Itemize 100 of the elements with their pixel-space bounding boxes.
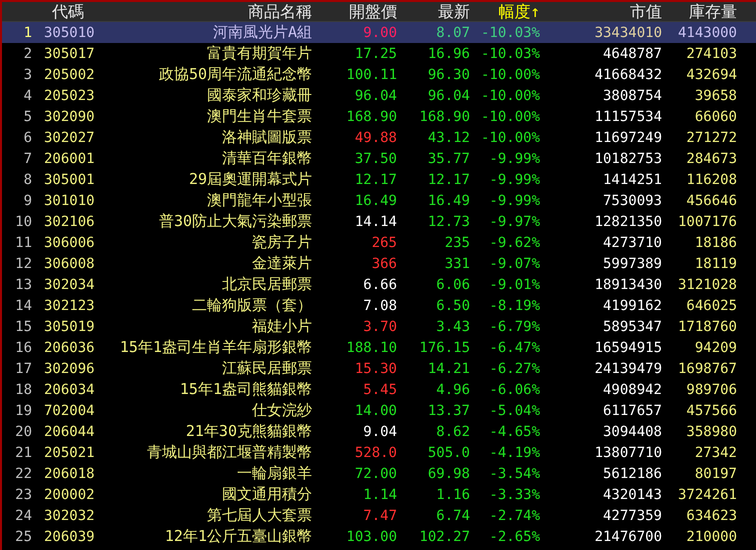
table-cell-text: 4.96 <box>435 382 470 398</box>
table-cell-text: 457566 <box>685 402 737 418</box>
table-cell-text: 11157534 <box>594 108 662 124</box>
table-cell-text: -3.33% <box>488 486 540 502</box>
table-cell-text: 24139479 <box>594 360 662 376</box>
table-cell-text: -3.54% <box>488 466 540 482</box>
table-cell-text: 302027 <box>43 130 96 146</box>
table-cell-text: -10.00% <box>480 88 540 104</box>
table-cell-text: 金達萊片 <box>251 254 312 273</box>
row-number: 1 <box>22 24 33 40</box>
table-cell-text: 普30防止大氣污染郵票 <box>158 212 312 231</box>
row-number: 9 <box>22 192 33 208</box>
table-cell-text: -9.07% <box>488 256 540 272</box>
table-cell-text: 河南風光片A組 <box>212 23 312 42</box>
table-cell-text: 5997389 <box>602 256 662 272</box>
row-number: 5 <box>22 108 33 124</box>
table-cell-text: -6.79% <box>488 318 540 334</box>
table-cell-text: 13.37 <box>426 402 470 418</box>
table-cell-text: 176.15 <box>418 340 470 356</box>
table-cell-text: -6.06% <box>488 382 540 398</box>
table-cell-text: 15年1盎司熊貓銀幣 <box>178 380 312 399</box>
table-cell-text: 16594915 <box>594 340 662 356</box>
table-cell-text: 清華百年銀幣 <box>221 149 312 168</box>
column-header[interactable]: 市值 <box>540 2 662 23</box>
table-cell-text: 13807710 <box>594 444 662 460</box>
table-cell-text: 206039 <box>43 528 96 544</box>
table-cell-text: 302090 <box>43 108 96 124</box>
table-cell-text: 15年1盎司生肖羊年扇形銀幣 <box>118 338 312 357</box>
table-cell-text: 69.98 <box>426 466 470 482</box>
table-cell-text: 4320143 <box>602 486 662 502</box>
column-header[interactable]: 開盤價 <box>312 2 397 23</box>
table-cell-text: 302123 <box>43 298 96 314</box>
table-cell-text: 21476700 <box>594 528 662 544</box>
table-cell-text: 富貴有期賀年片 <box>206 44 312 63</box>
table-cell-text: 7.47 <box>362 508 397 524</box>
table-cell-text: 235 <box>444 234 470 250</box>
column-header[interactable]: 幅度↑ <box>470 2 540 23</box>
table-cell-text: 北京民居郵票 <box>221 275 312 294</box>
table-cell-text: -9.62% <box>488 234 540 250</box>
column-header[interactable]: 商品名稱 <box>100 2 312 23</box>
row-number: 24 <box>14 508 33 524</box>
table-cell-text: 35.77 <box>426 150 470 166</box>
column-header[interactable]: 最新 <box>397 2 470 23</box>
table-cell-text: 12821350 <box>594 214 662 230</box>
table-cell-text: 306006 <box>43 234 96 250</box>
table-cell-text: 21年30克熊貓銀幣 <box>184 422 312 441</box>
table-cell-text: 6.66 <box>362 276 397 292</box>
row-number: 18 <box>14 382 33 398</box>
table-cell-text: -10.03% <box>480 24 540 40</box>
table-cell-text: 43.12 <box>426 130 470 146</box>
table-cell-text: 4199162 <box>602 298 662 314</box>
table-cell-text: 1414251 <box>602 172 662 188</box>
row-number: 19 <box>14 402 33 418</box>
table-cell-text: 14.00 <box>354 402 397 418</box>
table-cell-text: 10182753 <box>594 150 662 166</box>
table-cell-text: 27342 <box>694 444 737 460</box>
table-cell-text: 206018 <box>43 466 96 482</box>
row-number: 23 <box>14 486 33 502</box>
table-cell-text: 200002 <box>43 486 96 502</box>
table-cell-text: 284673 <box>685 150 737 166</box>
column-header[interactable]: 庫存量 <box>662 2 737 23</box>
row-number: 20 <box>14 424 33 440</box>
table-cell-text: 洛神賦圖版票 <box>221 128 312 147</box>
table-cell-text: 301010 <box>43 192 96 208</box>
table-cell-text: 96.30 <box>426 66 470 82</box>
table-cell-text: -10.00% <box>480 66 540 82</box>
row-number: 15 <box>14 318 33 334</box>
row-number: 7 <box>22 150 33 166</box>
table-cell-text: 5612186 <box>602 466 662 482</box>
row-number: 4 <box>22 88 33 104</box>
table-cell-text: 4277359 <box>602 508 662 524</box>
table-cell-text: 12.17 <box>354 172 397 188</box>
selected-row[interactable]: 1 305010 河南風光片A組 9.00 8.07 -10.03% 33434010 4143000 <box>2 22 756 43</box>
table-cell-text: 18186 <box>694 234 737 250</box>
table-cell-text: 二輪狗版票（套） <box>191 296 312 315</box>
table-cell-text: 7530093 <box>602 192 662 208</box>
row-number: 12 <box>14 256 33 272</box>
table-cell-text: 205023 <box>43 88 96 104</box>
table-cell-text: 1.14 <box>362 486 397 502</box>
table-cell-text: 102.27 <box>418 528 470 544</box>
table-cell-text: 9.04 <box>362 424 397 440</box>
row-number: 22 <box>14 466 33 482</box>
table-cell-text: 9.00 <box>362 24 397 40</box>
table-cell-text: 305017 <box>43 46 96 62</box>
table-cell-text: 206001 <box>43 150 96 166</box>
table-cell-text: 16.49 <box>354 192 397 208</box>
table-cell-text: 331 <box>444 256 470 272</box>
table-cell-text: 3.43 <box>435 318 470 334</box>
table-cell-text: 305001 <box>43 172 96 188</box>
table-cell-text: 103.00 <box>345 528 397 544</box>
table-cell-text: 仕女浣紗 <box>251 401 312 420</box>
table-cell-text: 302106 <box>43 214 96 230</box>
table-cell-text: -9.97% <box>488 214 540 230</box>
table-cell-text: 634623 <box>685 508 737 524</box>
table-cell-text: 94209 <box>694 340 737 356</box>
table-cell-text: 96.04 <box>354 88 397 104</box>
table-cell-text: 33434010 <box>594 24 662 40</box>
table-cell-text: 5.45 <box>362 382 397 398</box>
column-header[interactable]: 代碼 <box>36 2 100 23</box>
table-cell-text: 14.14 <box>354 214 397 230</box>
